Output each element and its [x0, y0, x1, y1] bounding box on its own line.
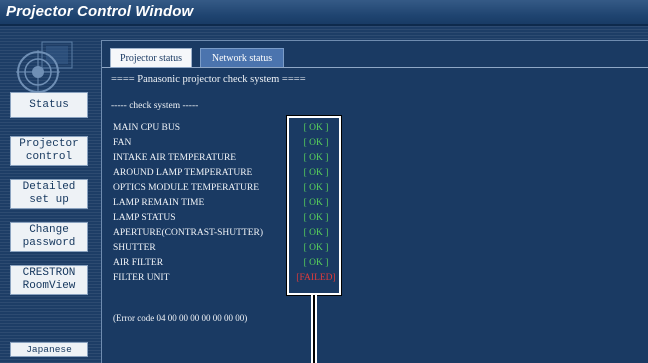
projector-control-button[interactable]: Projector control	[10, 136, 88, 166]
check-row-lamp-status: LAMP STATUS [ OK ]	[113, 213, 643, 228]
check-label: FILTER UNIT	[113, 273, 170, 283]
check-row-air-filter: AIR FILTER [ OK ]	[113, 258, 643, 273]
check-row-optics-module-temperature: OPTICS MODULE TEMPERATURE [ OK ]	[113, 183, 643, 198]
check-label: APERTURE(CONTRAST-SHUTTER)	[113, 228, 264, 238]
window-title: Projector Control Window	[6, 3, 194, 20]
japanese-language-button[interactable]: Japanese	[10, 342, 88, 357]
error-code: (Error code 04 00 00 00 00 00 00 00)	[113, 313, 248, 323]
check-status: [ OK ]	[303, 198, 329, 208]
tab-network-status[interactable]: Network status	[200, 48, 284, 68]
detailed-set-up-button[interactable]: Detailed set up	[10, 179, 88, 209]
main-panel: Projector status Network status ==== Pan…	[101, 40, 648, 363]
tab-divider	[102, 67, 648, 68]
check-row-lamp-remain-time: LAMP REMAIN TIME [ OK ]	[113, 198, 643, 213]
check-row-fan: FAN [ OK ]	[113, 138, 643, 153]
check-status-failed: [FAILED]	[296, 273, 336, 283]
check-status: [ OK ]	[303, 123, 329, 133]
check-row-intake-air-temperature: INTAKE AIR TEMPERATURE [ OK ]	[113, 153, 643, 168]
check-row-main-cpu-bus: MAIN CPU BUS [ OK ]	[113, 123, 643, 138]
check-row-filter-unit: FILTER UNIT [FAILED]	[113, 273, 643, 288]
sidebar: Status Projector control Detailed set up…	[0, 26, 96, 363]
check-row-aperture: APERTURE(CONTRAST-SHUTTER) [ OK ]	[113, 228, 643, 243]
check-label: AROUND LAMP TEMPERATURE	[113, 168, 253, 178]
check-label: FAN	[113, 138, 132, 148]
check-label: INTAKE AIR TEMPERATURE	[113, 153, 237, 163]
callout-leader-line	[313, 295, 315, 363]
tab-projector-status[interactable]: Projector status	[110, 48, 192, 68]
check-label: AIR FILTER	[113, 258, 164, 268]
status-button[interactable]: Status	[10, 92, 88, 118]
change-password-button[interactable]: Change password	[10, 222, 88, 252]
check-status: [ OK ]	[303, 258, 329, 268]
check-label: MAIN CPU BUS	[113, 123, 181, 133]
check-status: [ OK ]	[303, 153, 329, 163]
section-subheading: ----- check system -----	[111, 101, 199, 111]
check-status: [ OK ]	[303, 228, 329, 238]
title-bar: Projector Control Window	[0, 0, 648, 26]
check-status: [ OK ]	[303, 138, 329, 148]
check-status: [ OK ]	[303, 183, 329, 193]
check-row-shutter: SHUTTER [ OK ]	[113, 243, 643, 258]
check-status: [ OK ]	[303, 213, 329, 223]
crestron-roomview-button[interactable]: CRESTRON RoomView	[10, 265, 88, 295]
check-row-around-lamp-temperature: AROUND LAMP TEMPERATURE [ OK ]	[113, 168, 643, 183]
check-status: [ OK ]	[303, 243, 329, 253]
check-label: LAMP STATUS	[113, 213, 176, 223]
projector-lens-logo-icon	[16, 38, 76, 100]
check-label: LAMP REMAIN TIME	[113, 198, 205, 208]
check-label: SHUTTER	[113, 243, 156, 253]
check-label: OPTICS MODULE TEMPERATURE	[113, 183, 260, 193]
check-status: [ OK ]	[303, 168, 329, 178]
page-heading: ==== Panasonic projector check system ==…	[111, 74, 306, 85]
